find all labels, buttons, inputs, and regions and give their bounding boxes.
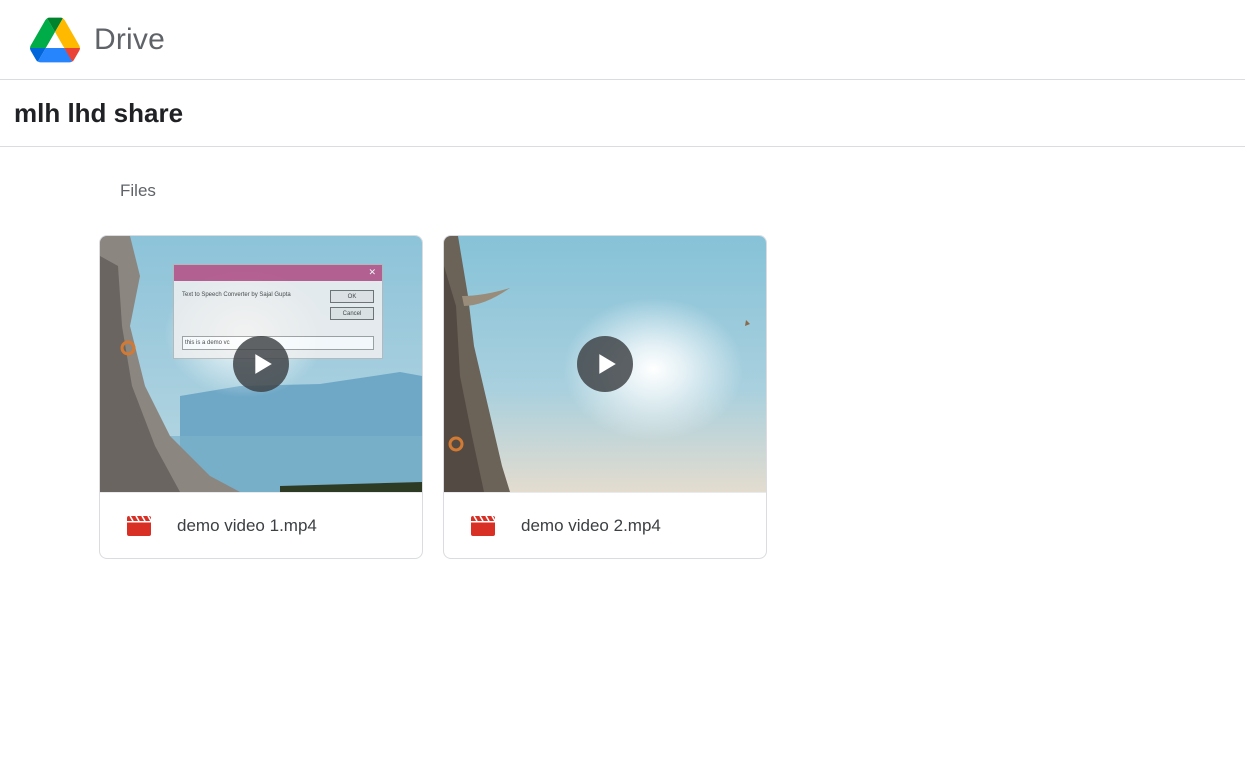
video-thumbnail bbox=[444, 236, 766, 492]
top-bar: Drive bbox=[0, 0, 1245, 80]
file-name: demo video 2.mp4 bbox=[521, 515, 661, 535]
google-drive-logo-icon bbox=[30, 17, 80, 62]
video-file-icon bbox=[471, 515, 495, 536]
brand-name: Drive bbox=[94, 22, 166, 56]
file-card-demo-video-2[interactable]: demo video 2.mp4 bbox=[443, 235, 767, 559]
file-card-demo-video-1[interactable]: ✕ Text to Speech Converter by Sajal Gupt… bbox=[99, 235, 423, 559]
play-button[interactable] bbox=[233, 336, 289, 392]
files-section-label: Files bbox=[120, 181, 156, 200]
video-file-icon bbox=[127, 515, 151, 536]
play-button[interactable] bbox=[577, 336, 633, 392]
file-card-footer: demo video 2.mp4 bbox=[444, 492, 766, 558]
play-icon bbox=[255, 354, 272, 374]
file-name: demo video 1.mp4 bbox=[177, 515, 317, 535]
folder-header: mlh lhd share bbox=[0, 81, 1245, 147]
file-card-footer: demo video 1.mp4 bbox=[100, 492, 422, 558]
thumbnail-cancel-label: Cancel bbox=[330, 307, 374, 320]
thumbnail-ok-label: OK bbox=[330, 290, 374, 303]
folder-title: mlh lhd share bbox=[14, 98, 184, 128]
play-icon bbox=[599, 354, 616, 374]
drive-home-link[interactable]: Drive bbox=[30, 17, 165, 63]
video-thumbnail: ✕ Text to Speech Converter by Sajal Gupt… bbox=[100, 236, 422, 492]
thumbnail-dialog-text: Text to Speech Converter by Sajal Gupta bbox=[182, 292, 291, 298]
